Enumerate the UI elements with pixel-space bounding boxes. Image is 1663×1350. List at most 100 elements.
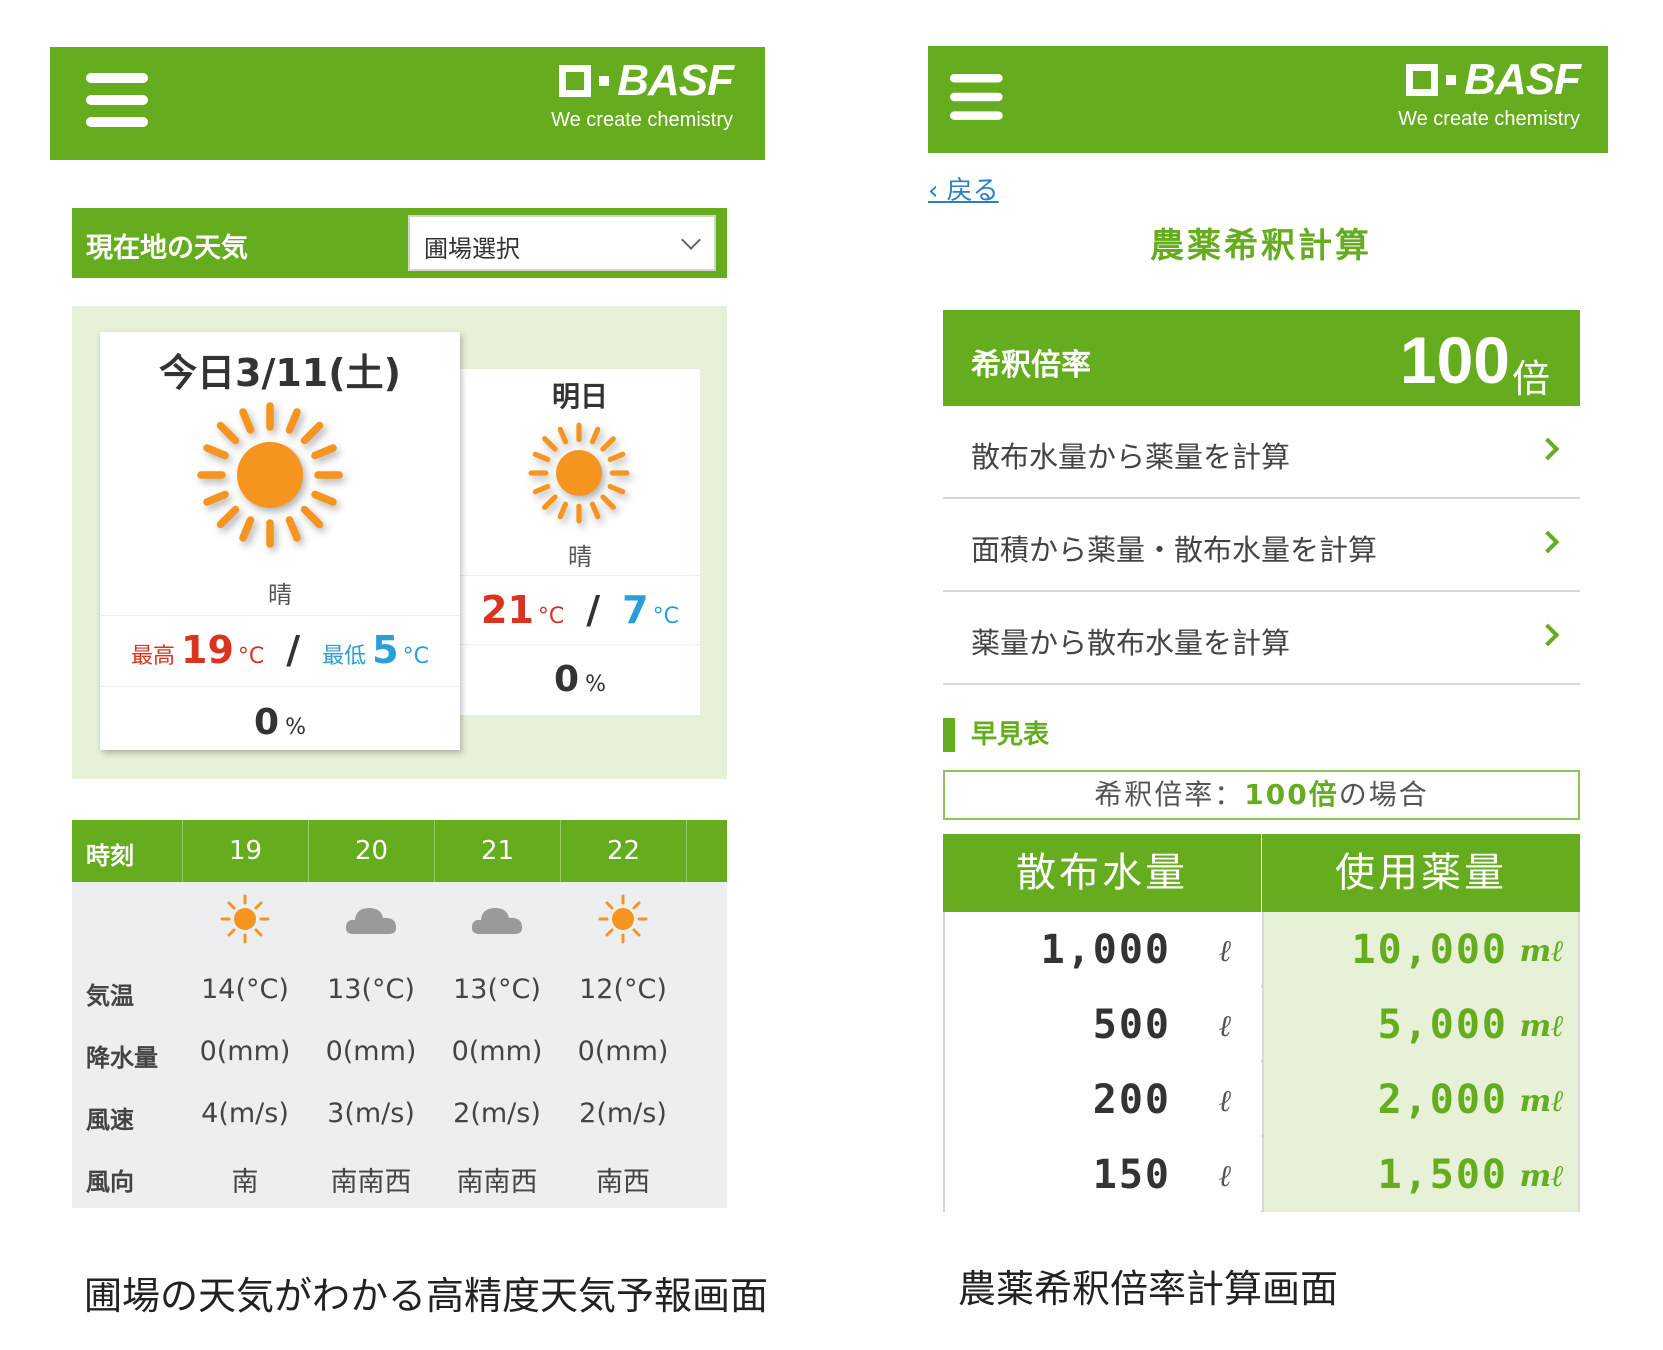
tomorrow-condition: 晴: [568, 543, 592, 571]
tomorrow-temperature-row: 21 °C / 7 °C: [460, 575, 700, 645]
temperature-cell: 13(°C): [453, 974, 541, 1005]
hour-cell: 22: [560, 820, 686, 882]
basf-logo[interactable]: BASF We create chemistry: [551, 59, 734, 132]
water-volume-header: 散布水量: [943, 834, 1261, 912]
sun-icon: [220, 894, 270, 944]
today-temperature-row: 最高 19 °C / 最低 5 °C: [100, 615, 460, 687]
location-weather-title: 現在地の天気: [86, 233, 248, 264]
today-precip-chance: 0%: [254, 702, 306, 743]
chemical-amount-cell: 5,000 mℓ: [1262, 987, 1580, 1062]
precipitation-cell: 0(mm): [325, 1036, 417, 1067]
table-row: 200 ℓ 2,000 mℓ: [943, 1062, 1580, 1137]
weather-app-header: BASF We create chemistry: [50, 47, 765, 160]
quick-reference-heading: 早見表: [943, 718, 1049, 752]
wind-direction-cell: 南: [231, 1167, 259, 1198]
tomorrow-precip-chance: 0%: [554, 659, 606, 700]
hour-cell: 21: [434, 820, 560, 882]
water-volume-cell: 1,000 ℓ: [943, 912, 1261, 987]
temp-separator: /: [286, 628, 301, 672]
today-forecast-card[interactable]: 今日3/11(土) 晴 最高 19 °C / 最低 5 °C 0 %: [100, 332, 460, 750]
dilution-ratio-bar[interactable]: 希釈倍率 100 倍: [943, 310, 1580, 406]
row-label: 気温: [86, 982, 134, 1010]
row-label: 風向: [86, 1168, 134, 1196]
temperature-cell: 12(°C): [579, 974, 667, 1005]
wind-direction-cell: 南西: [596, 1167, 650, 1198]
chevron-down-icon: [681, 230, 701, 250]
hour-cell: [686, 820, 727, 882]
wind-speed-cell: 2(m/s): [453, 1098, 541, 1129]
wind-speed-cell: 2(: [686, 1098, 727, 1129]
water-volume-cell: 200 ℓ: [943, 1062, 1261, 1137]
tomorrow-forecast-card[interactable]: 明日 晴 21 °C / 7 °C 0 %: [460, 369, 700, 715]
tomorrow-high-temp: 21: [481, 588, 534, 632]
precipitation-cell: 0(mm): [577, 1036, 669, 1067]
wind-speed-cell: 3(m/s): [327, 1098, 415, 1129]
hourly-header-row: 時刻 19 20 21 22: [72, 820, 727, 882]
back-link[interactable]: ‹ 戻る: [928, 170, 999, 207]
precipitation-cell: 0(mm): [451, 1036, 543, 1067]
low-temp-label: 最低: [322, 644, 367, 669]
menu-item-label: 面積から薬量・散布水量を計算: [971, 533, 1378, 567]
chemical-amount-cell: 1,500 mℓ: [1262, 1137, 1580, 1212]
field-select-label: 圃場選択: [424, 235, 520, 263]
hourly-forecast-table[interactable]: 時刻 19 20 21 22 気温 14(°C) 13(°C) 13(°C) 1…: [72, 820, 727, 1208]
today-date: 今日3/11(土): [159, 351, 401, 395]
table-row: 150 ℓ 1,500 mℓ: [943, 1137, 1580, 1212]
temperature-cell: 13(°C): [327, 974, 415, 1005]
basf-logo[interactable]: BASF We create chemistry: [1398, 58, 1581, 131]
wind-speed-cell: 2(m/s): [579, 1098, 667, 1129]
wind-direction-cell: 南南西: [330, 1167, 412, 1198]
chevron-right-icon: [1536, 623, 1560, 647]
water-volume-cell: 500 ℓ: [943, 987, 1261, 1062]
high-temp-label: 最高: [130, 644, 175, 669]
menu-icon[interactable]: [950, 74, 1003, 120]
today-low-temp: 5: [372, 628, 399, 672]
left-caption: 圃場の天気がわかる高精度天気予報画面: [84, 1274, 769, 1318]
cloud-icon: [345, 908, 397, 934]
menu-icon[interactable]: [86, 73, 148, 127]
water-volume-cell: 150 ℓ: [943, 1137, 1261, 1212]
today-high-temp: 19: [181, 628, 234, 672]
temp-unit: °C: [402, 644, 429, 669]
time-label: 時刻: [86, 842, 134, 870]
tomorrow-date: 明日: [551, 380, 608, 413]
today-condition: 晴: [268, 581, 292, 609]
calc-by-chemical-amount-item[interactable]: 薬量から散布水量を計算: [943, 592, 1580, 685]
dilution-ratio-unit: 倍: [1511, 357, 1550, 401]
chemical-amount-cell: 10,000 mℓ: [1262, 912, 1580, 987]
chemical-amount-header: 使用薬量: [1262, 834, 1580, 912]
precipitation-cell: 0(mm): [199, 1036, 291, 1067]
temp-separator: /: [586, 588, 601, 632]
calc-by-water-volume-item[interactable]: 散布水量から薬量を計算: [943, 406, 1580, 499]
right-caption: 農薬希釈倍率計算画面: [958, 1267, 1339, 1311]
wind-direction-cell: 南: [686, 1160, 727, 1199]
dilution-ratio-value: 100: [1399, 323, 1510, 397]
calc-by-area-item[interactable]: 面積から薬量・散布水量を計算: [943, 499, 1580, 592]
menu-item-label: 薬量から散布水量を計算: [971, 626, 1291, 660]
temp-unit: °C: [237, 644, 265, 669]
sun-icon: [527, 421, 631, 525]
temp-unit: °C: [652, 604, 679, 629]
hour-cell: 19: [182, 820, 308, 882]
daily-forecast-panel: 今日3/11(土) 晴 最高 19 °C / 最低 5 °C 0 % 明日 晴 …: [72, 306, 727, 779]
menu-item-label: 散布水量から薬量を計算: [971, 440, 1291, 474]
row-label: 風速: [86, 1106, 134, 1134]
location-weather-bar: 現在地の天気 圃場選択: [72, 208, 727, 278]
temperature-cell: 11: [686, 974, 727, 1005]
table-row: 500 ℓ 5,000 mℓ: [943, 987, 1580, 1062]
cloud-icon: [471, 908, 523, 934]
hour-cell: 20: [308, 820, 434, 882]
chevron-right-icon: [1536, 437, 1560, 461]
chevron-right-icon: [1536, 530, 1560, 554]
wind-direction-cell: 南南西: [456, 1167, 538, 1198]
calculator-app-header: BASF We create chemistry: [928, 46, 1608, 153]
precipitation-cell: 0(: [686, 1036, 727, 1067]
field-select-dropdown[interactable]: 圃場選択: [408, 215, 716, 271]
chemical-amount-cell: 2,000 mℓ: [1262, 1062, 1580, 1137]
temperature-cell: 14(°C): [201, 974, 289, 1005]
table-row: 1,000 ℓ 10,000 mℓ: [943, 912, 1580, 987]
wind-speed-cell: 4(m/s): [201, 1098, 289, 1129]
quick-reference-note: 希釈倍率：100倍の場合: [943, 770, 1580, 820]
page-title: 農薬希釈計算: [1150, 226, 1372, 266]
dilution-ratio-label: 希釈倍率: [971, 348, 1091, 383]
